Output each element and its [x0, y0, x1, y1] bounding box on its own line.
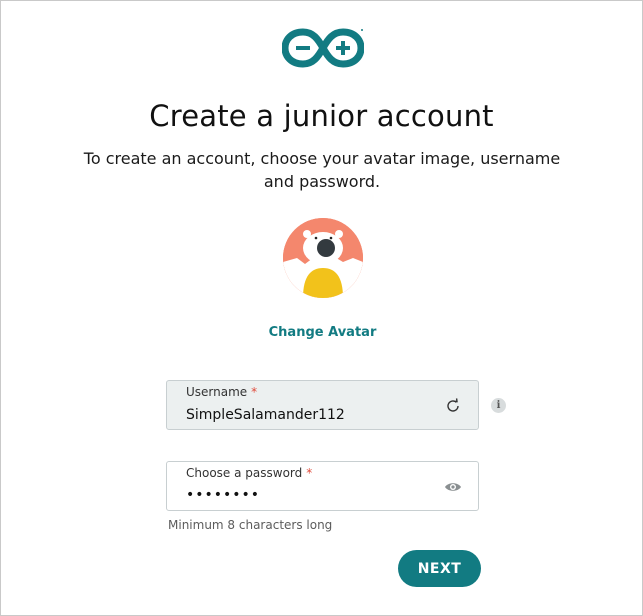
username-field[interactable]: Username * [166, 380, 479, 430]
page-subtitle: To create an account, choose your avatar… [83, 149, 561, 191]
username-input[interactable] [186, 407, 426, 423]
required-marker: * [251, 385, 258, 399]
next-button[interactable]: NEXT [398, 550, 481, 587]
username-label: Username * [186, 385, 258, 399]
password-hint: Minimum 8 characters long [168, 518, 333, 532]
refresh-icon[interactable] [444, 397, 462, 415]
signup-panel: Create a junior account To create an acc… [0, 0, 643, 616]
password-input[interactable] [186, 487, 426, 503]
arduino-logo-icon [282, 28, 364, 68]
polar-bear-avatar-icon [283, 218, 363, 298]
password-label: Choose a password * [186, 466, 313, 480]
avatar-image [283, 218, 363, 298]
required-marker: * [306, 466, 313, 480]
page-title: Create a junior account [149, 99, 494, 133]
password-field[interactable]: Choose a password * [166, 461, 479, 511]
eye-icon[interactable] [444, 478, 462, 496]
change-avatar-link[interactable]: Change Avatar [1, 325, 643, 340]
username-info-icon[interactable]: i [491, 398, 506, 413]
